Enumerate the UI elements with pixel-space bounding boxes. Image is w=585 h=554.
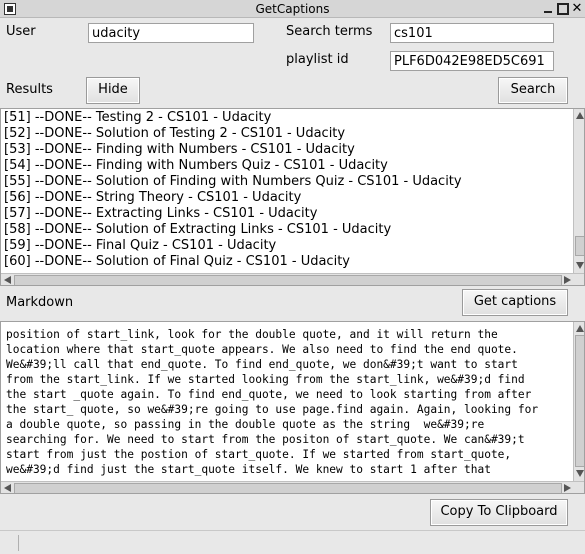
- minimize-icon[interactable]: [542, 3, 554, 15]
- markdown-line: we&#39;d find just the start_quote itsel…: [6, 463, 491, 476]
- scroll-thumb[interactable]: [14, 483, 562, 493]
- markdown-line: start from just the postion of start_quo…: [6, 448, 512, 461]
- list-item[interactable]: [55] --DONE-- Solution of Finding with N…: [4, 174, 462, 190]
- window-title: GetCaptions: [255, 2, 330, 16]
- list-item[interactable]: [57] --DONE-- Extracting Links - CS101 -…: [4, 206, 317, 222]
- status-bar-grip: [2, 535, 19, 551]
- list-item[interactable]: [56] --DONE-- String Theory - CS101 - Ud…: [4, 190, 301, 206]
- copy-to-clipboard-button[interactable]: Copy To Clipboard: [430, 499, 568, 526]
- markdown-line: the start_ quote, so we&#39;re going to …: [6, 403, 539, 416]
- scroll-down-icon[interactable]: [576, 262, 584, 269]
- markdown-line: We&#39;ll call that end_quote. To find e…: [6, 358, 518, 371]
- get-captions-button[interactable]: Get captions: [462, 289, 568, 316]
- list-item[interactable]: [54] --DONE-- Finding with Numbers Quiz …: [4, 158, 388, 174]
- scroll-up-icon[interactable]: [576, 112, 584, 119]
- search-terms-input[interactable]: cs101: [390, 23, 554, 43]
- list-item[interactable]: [60] --DONE-- Solution of Final Quiz - C…: [4, 254, 350, 270]
- markdown-horizontal-scrollbar[interactable]: [1, 481, 584, 493]
- markdown-line: position of start_link, look for the dou…: [6, 328, 498, 341]
- results-horizontal-scrollbar[interactable]: [1, 273, 584, 285]
- results-list[interactable]: [51] --DONE-- Testing 2 - CS101 - Udacit…: [0, 108, 585, 286]
- close-icon[interactable]: ✕: [571, 2, 583, 15]
- scroll-right-icon[interactable]: [564, 276, 571, 284]
- results-label: Results: [6, 82, 53, 97]
- scroll-right-icon[interactable]: [564, 484, 571, 492]
- scroll-down-icon[interactable]: [576, 470, 584, 477]
- playlist-id-input[interactable]: PLF6D042E98ED5C691: [390, 51, 554, 71]
- hide-button[interactable]: Hide: [86, 77, 140, 104]
- markdown-vertical-scrollbar[interactable]: [573, 322, 584, 481]
- search-button[interactable]: Search: [498, 77, 568, 104]
- scroll-left-icon[interactable]: [4, 276, 11, 284]
- scroll-thumb[interactable]: [14, 275, 562, 285]
- title-bar: GetCaptions ✕: [0, 0, 585, 18]
- list-item[interactable]: [51] --DONE-- Testing 2 - CS101 - Udacit…: [4, 110, 271, 126]
- maximize-icon[interactable]: [557, 3, 569, 15]
- markdown-line: searching for. We need to start from the…: [6, 433, 525, 446]
- markdown-line: location where that start_quote appears.…: [6, 343, 518, 356]
- scroll-up-icon[interactable]: [576, 325, 584, 332]
- scroll-thumb[interactable]: [575, 236, 584, 256]
- list-item[interactable]: [59] --DONE-- Final Quiz - CS101 - Udaci…: [4, 238, 276, 254]
- status-bar: [0, 530, 585, 554]
- search-terms-label: Search terms: [286, 24, 373, 39]
- markdown-line: from the start_link. If we started looki…: [6, 373, 525, 386]
- playlist-id-label: playlist id: [286, 52, 349, 67]
- scroll-thumb[interactable]: [575, 335, 584, 467]
- user-input[interactable]: udacity: [88, 23, 254, 43]
- user-label: User: [6, 24, 36, 39]
- scroll-left-icon[interactable]: [4, 484, 11, 492]
- markdown-textarea[interactable]: position of start_link, look for the dou…: [0, 321, 585, 494]
- markdown-line: the start _quote again. To find end_quot…: [6, 388, 532, 401]
- list-item[interactable]: [52] --DONE-- Solution of Testing 2 - CS…: [4, 126, 345, 142]
- list-item[interactable]: [53] --DONE-- Finding with Numbers - CS1…: [4, 142, 355, 158]
- list-item[interactable]: [58] --DONE-- Solution of Extracting Lin…: [4, 222, 391, 238]
- markdown-line: a double quote, so passing in the double…: [6, 418, 485, 431]
- results-vertical-scrollbar[interactable]: [573, 109, 584, 273]
- markdown-label: Markdown: [6, 295, 74, 310]
